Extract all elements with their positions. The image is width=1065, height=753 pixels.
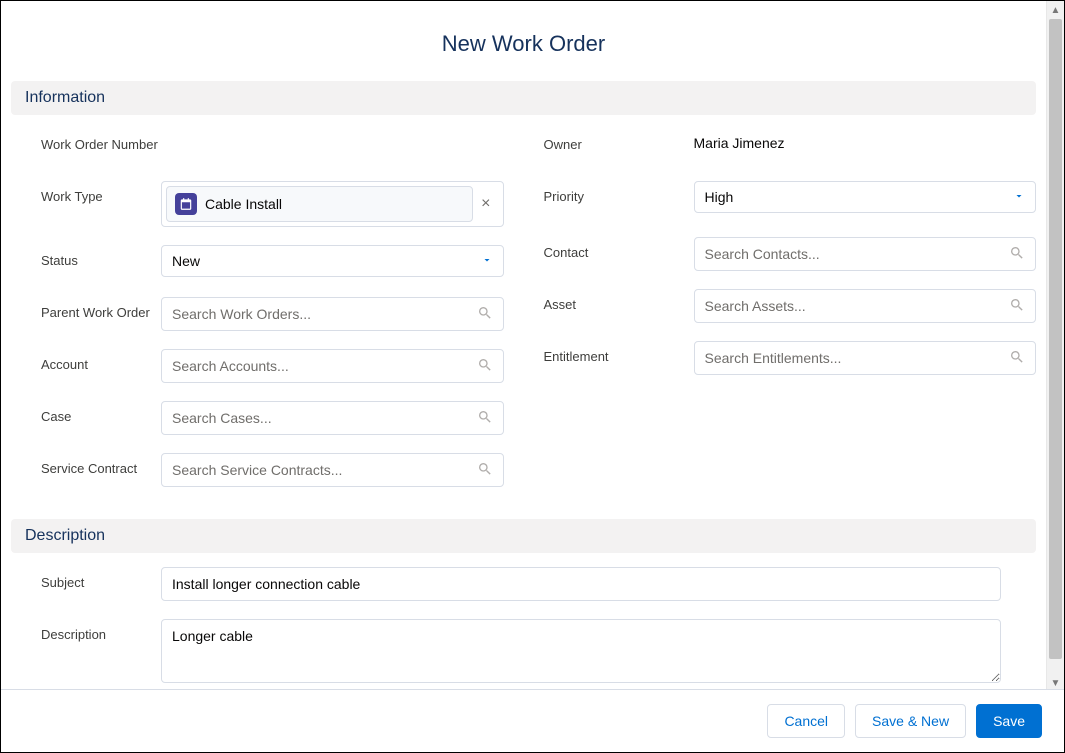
work-type-icon [175,193,197,215]
status-picklist[interactable]: New [161,245,504,277]
label-account: Account [11,349,161,372]
save-button[interactable]: Save [976,704,1042,738]
contact-input[interactable] [705,238,1010,270]
parent-work-order-input[interactable] [172,298,477,330]
priority-picklist[interactable]: High [694,181,1037,213]
service-contract-input[interactable] [172,454,477,486]
label-entitlement: Entitlement [544,341,694,364]
asset-input[interactable] [705,290,1010,322]
footer-actions: Cancel Save & New Save [1,689,1064,752]
entitlement-lookup[interactable] [694,341,1037,375]
scrollbar-thumb[interactable] [1049,19,1062,659]
scroll-up-arrow-icon[interactable]: ▲ [1047,1,1064,19]
close-icon[interactable]: × [473,195,498,213]
search-icon [477,409,493,428]
owner-value: Maria Jimenez [694,129,1037,151]
description-textarea[interactable] [161,619,1001,683]
work-type-chip-text: Cable Install [205,196,464,212]
parent-work-order-lookup[interactable] [161,297,504,331]
chevron-down-icon [1013,189,1025,205]
search-icon [1009,349,1025,368]
asset-lookup[interactable] [694,289,1037,323]
account-input[interactable] [172,350,477,382]
status-selected: New [172,253,481,269]
section-header-description: Description [11,519,1036,553]
case-input[interactable] [172,402,477,434]
label-priority: Priority [544,181,694,204]
label-status: Status [11,245,161,268]
page-title: New Work Order [11,11,1036,81]
priority-selected: High [705,189,1014,205]
label-description: Description [11,619,161,642]
label-asset: Asset [544,289,694,312]
label-subject: Subject [11,567,161,590]
chevron-down-icon [481,253,493,269]
work-type-lookup[interactable]: Cable Install × [161,181,504,227]
label-service-contract: Service Contract [11,453,161,476]
section-header-information: Information [11,81,1036,115]
search-icon [477,305,493,324]
label-work-order-number: Work Order Number [11,129,161,152]
search-icon [1009,297,1025,316]
account-lookup[interactable] [161,349,504,383]
search-icon [1009,245,1025,264]
label-parent-work-order: Parent Work Order [11,297,161,320]
label-contact: Contact [544,237,694,260]
label-owner: Owner [544,129,694,152]
entitlement-input[interactable] [705,342,1010,374]
label-work-type: Work Type [11,181,161,204]
case-lookup[interactable] [161,401,504,435]
search-icon [477,357,493,376]
cancel-button[interactable]: Cancel [767,704,845,738]
search-icon [477,461,493,480]
save-and-new-button[interactable]: Save & New [855,704,966,738]
vertical-scrollbar[interactable]: ▲ ▼ [1046,1,1064,692]
service-contract-lookup[interactable] [161,453,504,487]
subject-input[interactable] [161,567,1001,601]
label-case: Case [11,401,161,424]
contact-lookup[interactable] [694,237,1037,271]
